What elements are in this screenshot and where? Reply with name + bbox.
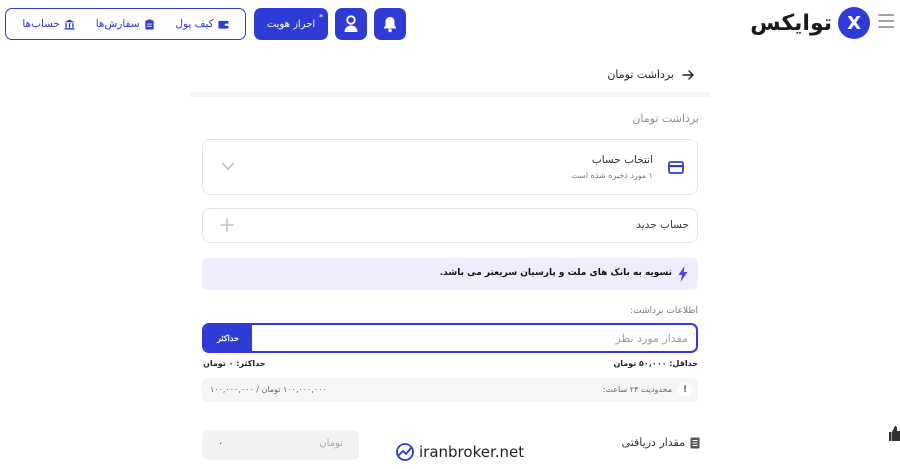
withdrawal-info-label: اطلاعات برداشت:: [630, 306, 698, 316]
daily-limit-value: ۱۰۰,۰۰۰,۰۰۰ تومان / ۱۰۰,۰۰۰,۰۰۰: [210, 385, 327, 394]
profile-button[interactable]: [335, 8, 367, 40]
nav-accounts-label: حساب‌ها: [22, 18, 61, 30]
received-amount-unit: تومان: [319, 438, 343, 449]
logo-mark-icon: X: [838, 7, 870, 39]
watermark: iranbroker.net: [395, 442, 524, 462]
document-icon: [690, 437, 700, 448]
settlement-notice: تسویه به بانک های ملت و پارسیان سریعتر م…: [202, 258, 698, 290]
nav-wallet-label: کیف پول: [175, 18, 214, 30]
logo-text: توایکس: [750, 10, 832, 36]
page-title: برداشت تومان: [607, 68, 694, 81]
new-account-label: حساب جدید: [636, 219, 689, 231]
nav-orders[interactable]: سفارش‌ها: [96, 18, 155, 30]
hamburger-icon[interactable]: [878, 14, 894, 28]
amount-field: حداکثر: [202, 323, 698, 353]
user-icon: [344, 15, 358, 32]
section-label: برداشت تومان: [632, 112, 699, 125]
logo[interactable]: X توایکس: [750, 7, 870, 39]
account-select-subtitle: ۱ مورد ذخیره شده است: [571, 171, 653, 180]
notifications-button[interactable]: [374, 8, 406, 40]
top-nav: کیف پول سفارش‌ها حساب‌ها: [5, 8, 246, 40]
watermark-text: iranbroker.net: [419, 443, 525, 461]
received-amount-value: ۰: [218, 438, 224, 449]
nav-accounts[interactable]: حساب‌ها: [22, 18, 75, 30]
watermark-logo-icon: [396, 443, 414, 461]
top-header: X توایکس احراز هویت * کیف پول: [0, 0, 900, 48]
info-icon: !: [678, 383, 692, 397]
clipboard-icon: [145, 18, 154, 30]
daily-limit-box: ! محدودیت ۲۴ ساعت: ۱۰۰,۰۰۰,۰۰۰ تومان / ۱…: [202, 378, 698, 402]
bell-icon: [384, 16, 396, 32]
settlement-notice-text: تسویه به بانک های ملت و پارسیان سریعتر م…: [439, 268, 672, 278]
credit-card-icon: [668, 161, 684, 174]
account-select[interactable]: انتخاب حساب ۱ مورد ذخیره شده است: [202, 139, 698, 195]
plus-icon: [220, 218, 234, 232]
kyc-indicator: *: [319, 13, 323, 22]
lightning-icon: [678, 266, 688, 282]
kyc-label: احراز هویت: [266, 18, 316, 30]
page-title-text: برداشت تومان: [607, 68, 674, 81]
max-amount-text: حداکثر: ۰ تومان: [203, 359, 266, 368]
new-account-button[interactable]: حساب جدید: [202, 208, 698, 243]
received-amount-field: تومان ۰: [202, 430, 359, 460]
nav-orders-label: سفارش‌ها: [95, 18, 140, 30]
identity-verification-button[interactable]: احراز هویت *: [254, 8, 328, 40]
daily-limit-label: محدودیت ۲۴ ساعت:: [602, 385, 672, 394]
chevron-down-icon: [221, 162, 235, 170]
min-amount-text: حداقل: ۵۰,۰۰۰ تومان: [613, 359, 698, 368]
received-amount-label: مقدار دریافتی: [622, 436, 700, 449]
wallet-icon: [218, 20, 229, 29]
account-select-title: انتخاب حساب: [591, 154, 653, 166]
max-amount-button[interactable]: حداکثر: [204, 325, 252, 351]
amount-input[interactable]: [252, 325, 696, 351]
received-amount-label-text: مقدار دریافتی: [621, 436, 685, 449]
back-arrow-icon[interactable]: [682, 69, 694, 80]
bank-icon: [64, 18, 75, 30]
thumbs-up-icon[interactable]: [889, 424, 900, 444]
nav-wallet[interactable]: کیف پول: [175, 18, 229, 30]
title-divider: [190, 92, 710, 97]
